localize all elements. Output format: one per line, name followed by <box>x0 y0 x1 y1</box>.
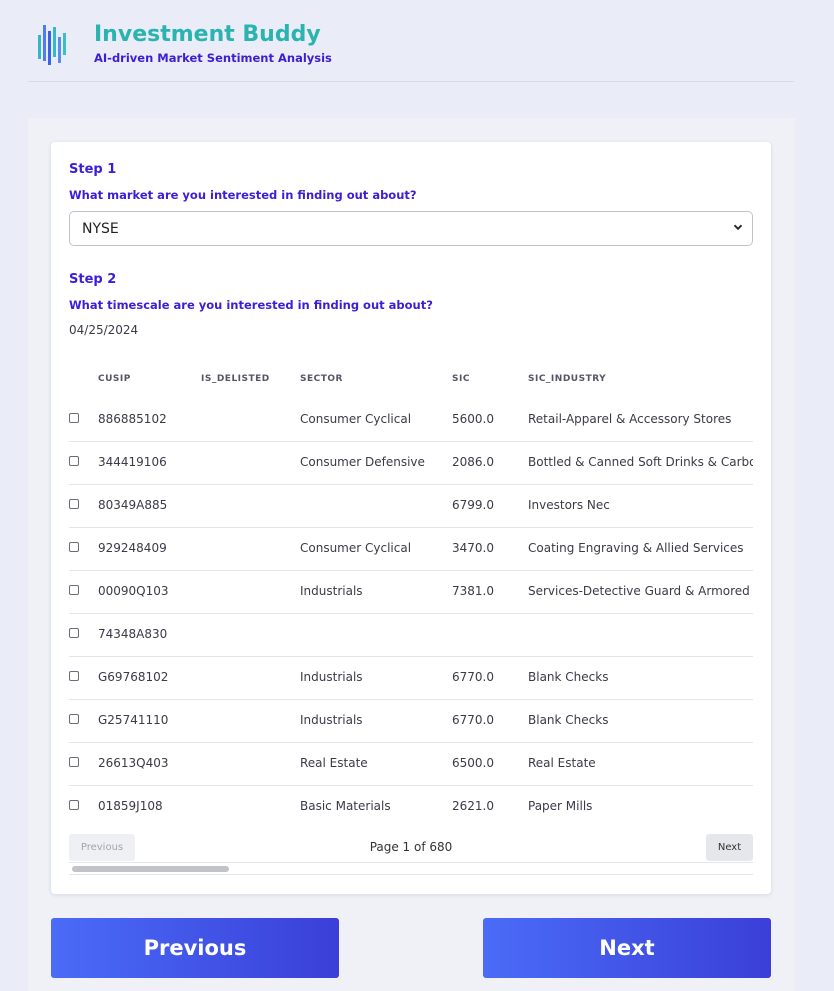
table-row[interactable]: G25741110 Industrials 6770.0 Blank Check… <box>69 700 753 743</box>
header-is-delisted: IS_DELISTED <box>201 374 270 384</box>
cell-sic-industry: Paper Mills <box>528 799 593 813</box>
header-cusip: CUSIP <box>98 374 131 384</box>
header-sic-industry: SIC_INDUSTRY <box>528 374 607 384</box>
cell-cusip: 886885102 <box>98 412 167 426</box>
cell-sic: 6500.0 <box>452 756 494 770</box>
cell-sic: 2086.0 <box>452 455 494 469</box>
row-checkbox[interactable] <box>69 714 79 724</box>
cell-sic-industry: Retail-Apparel & Accessory Stores <box>528 412 732 426</box>
cell-cusip: 929248409 <box>98 541 167 555</box>
cell-cusip: G25741110 <box>98 713 169 727</box>
cell-cusip: 74348A830 <box>98 627 168 641</box>
cell-cusip: 80349A885 <box>98 498 168 512</box>
page-info: Page 1 of 680 <box>369 840 453 854</box>
previous-button[interactable]: Previous <box>51 918 339 978</box>
row-checkbox[interactable] <box>69 413 79 423</box>
cell-sic-industry: Services-Detective Guard & Armored Car <box>528 584 753 598</box>
horizontal-scrollbar[interactable] <box>69 862 753 875</box>
table-row[interactable]: 929248409 Consumer Cyclical 3470.0 Coati… <box>69 528 753 571</box>
app-title: Investment Buddy <box>94 22 321 47</box>
chevron-down-icon <box>733 224 743 231</box>
row-checkbox[interactable] <box>69 671 79 681</box>
cell-sic: 5600.0 <box>452 412 494 426</box>
market-select-value: NYSE <box>82 221 119 237</box>
header-sector: SECTOR <box>300 374 343 384</box>
form-card: Step 1 What market are you interested in… <box>51 142 771 894</box>
pager-next-button[interactable]: Next <box>706 834 753 861</box>
step2-title: Step 2 <box>69 272 117 287</box>
table-row[interactable]: 344419106 Consumer Defensive 2086.0 Bott… <box>69 442 753 485</box>
cell-sector: Real Estate <box>300 756 368 770</box>
step1-question: What market are you interested in findin… <box>69 188 417 202</box>
cell-sic: 6770.0 <box>452 670 494 684</box>
cell-sic: 6799.0 <box>452 498 494 512</box>
cell-sic-industry: Bottled & Canned Soft Drinks & Carbonat <box>528 455 753 469</box>
cell-sector: Consumer Cyclical <box>300 541 412 555</box>
bar-chart-logo-icon <box>38 25 66 65</box>
next-button[interactable]: Next <box>483 918 771 978</box>
cell-cusip: 344419106 <box>98 455 167 469</box>
row-checkbox[interactable] <box>69 800 79 810</box>
cell-sector: Basic Materials <box>300 799 391 813</box>
cell-sic-industry: Real Estate <box>528 756 596 770</box>
cell-sic: 6770.0 <box>452 713 494 727</box>
row-checkbox[interactable] <box>69 499 79 509</box>
app-header: Investment Buddy AI-driven Market Sentim… <box>28 18 794 82</box>
row-checkbox[interactable] <box>69 585 79 595</box>
cell-sector: Consumer Defensive <box>300 455 425 469</box>
cell-sector: Consumer Cyclical <box>300 412 412 426</box>
app-subtitle: AI-driven Market Sentiment Analysis <box>94 51 332 65</box>
table-row[interactable]: 74348A830 <box>69 614 753 657</box>
step2-question: What timescale are you interested in fin… <box>69 298 433 312</box>
cell-sic: 7381.0 <box>452 584 494 598</box>
company-table: CUSIP IS_DELISTED SECTOR SIC SIC_INDUSTR… <box>69 364 753 834</box>
table-row[interactable]: 886885102 Consumer Cyclical 5600.0 Retai… <box>69 399 753 442</box>
cell-sic-industry: Blank Checks <box>528 713 609 727</box>
cell-cusip: 26613Q403 <box>98 756 169 770</box>
main-panel: Step 1 What market are you interested in… <box>28 118 795 991</box>
cell-cusip: 01859J108 <box>98 799 163 813</box>
cell-sic-industry: Investors Nec <box>528 498 610 512</box>
cell-sector: Industrials <box>300 713 363 727</box>
cell-cusip: 00090Q103 <box>98 584 169 598</box>
cell-sic-industry: Coating Engraving & Allied Services <box>528 541 744 555</box>
table-row[interactable]: 26613Q403 Real Estate 6500.0 Real Estate <box>69 743 753 786</box>
header-sic: SIC <box>452 374 470 384</box>
table-row[interactable]: 00090Q103 Industrials 7381.0 Services-De… <box>69 571 753 614</box>
table-row[interactable]: 80349A885 6799.0 Investors Nec <box>69 485 753 528</box>
cell-sic: 3470.0 <box>452 541 494 555</box>
table-row[interactable]: G69768102 Industrials 6770.0 Blank Check… <box>69 657 753 700</box>
row-checkbox[interactable] <box>69 456 79 466</box>
row-checkbox[interactable] <box>69 757 79 767</box>
cell-sector: Industrials <box>300 670 363 684</box>
market-select[interactable]: NYSE <box>69 211 753 246</box>
row-checkbox[interactable] <box>69 628 79 638</box>
table-row[interactable]: 01859J108 Basic Materials 2621.0 Paper M… <box>69 786 753 829</box>
cell-sic-industry: Blank Checks <box>528 670 609 684</box>
scrollbar-thumb[interactable] <box>72 866 229 872</box>
step1-title: Step 1 <box>69 162 117 177</box>
cell-sic: 2621.0 <box>452 799 494 813</box>
date-value[interactable]: 04/25/2024 <box>69 323 138 337</box>
cell-cusip: G69768102 <box>98 670 169 684</box>
row-checkbox[interactable] <box>69 542 79 552</box>
table-pager: Previous Page 1 of 680 Next <box>69 834 753 875</box>
cell-sector: Industrials <box>300 584 363 598</box>
